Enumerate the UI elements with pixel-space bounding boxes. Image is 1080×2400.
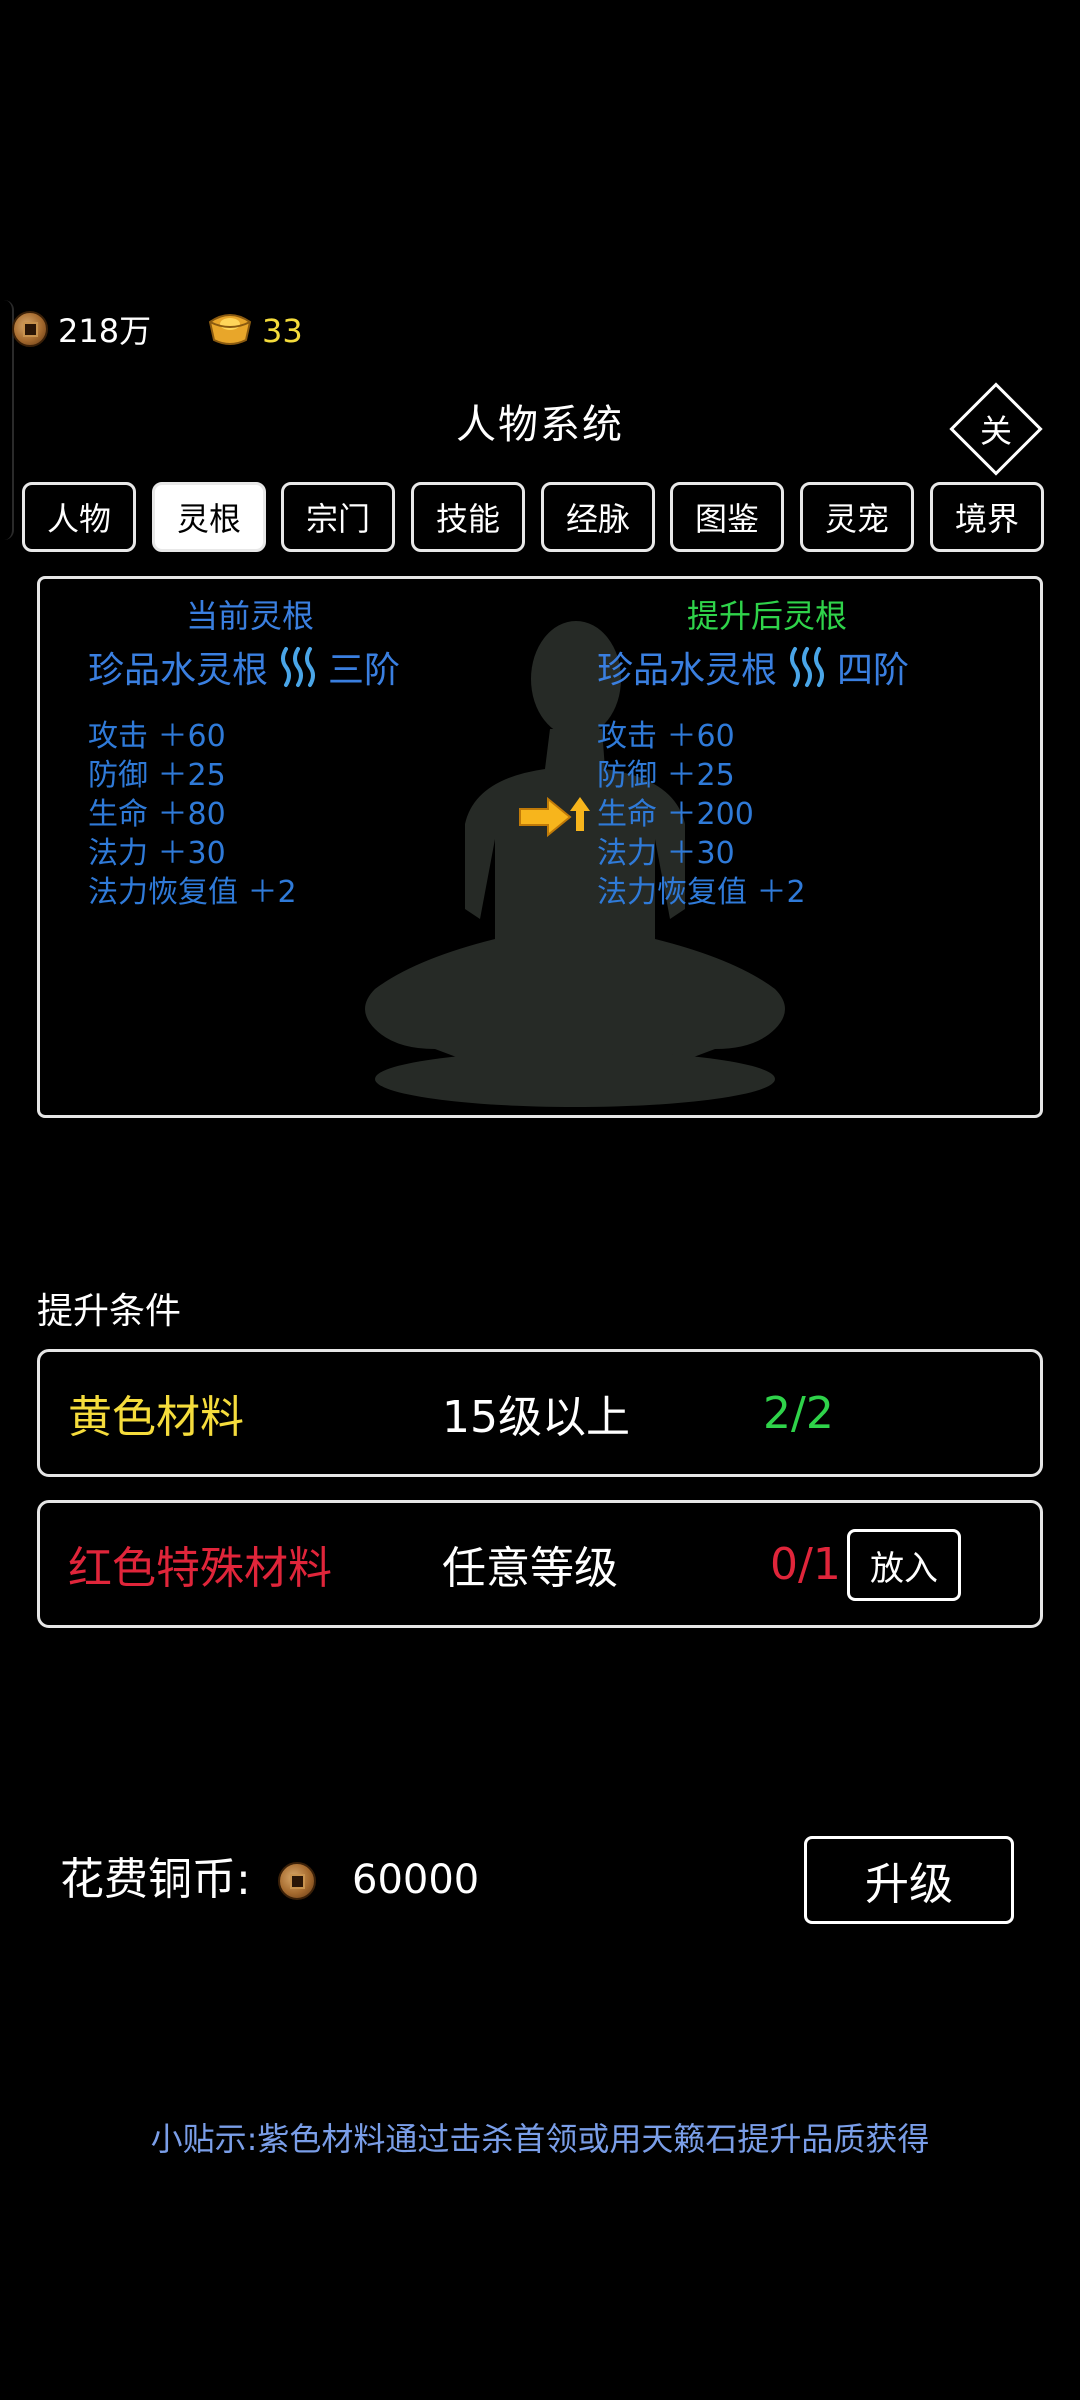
tab-meridians[interactable]: 经脉	[541, 482, 655, 552]
tab-label: 宗门	[305, 500, 370, 538]
material-requirement: 任意等级	[442, 1543, 618, 1594]
copper-amount: 218万	[58, 312, 152, 350]
tab-label: 灵宠	[824, 500, 889, 538]
current-root-stats: 攻击 ＋60 防御 ＋25 生命 ＋80 法力 ＋30 法力恢复值 ＋2	[88, 717, 297, 912]
upgraded-root-tier: 四阶	[837, 650, 910, 691]
spirit-root-panel: 当前灵根 珍品水灵根 三阶 攻击 ＋60 防御 ＋25 生命 ＋80 法力 ＋3…	[37, 576, 1043, 1118]
material-progress: 0/1	[770, 1538, 841, 1590]
arrow-up-icon	[570, 797, 590, 831]
copper-coin-icon	[12, 311, 48, 347]
tip-text: 小贴示:紫色材料通过击杀首领或用天籁石提升品质获得	[150, 2120, 930, 2158]
tab-label: 灵根	[176, 500, 241, 538]
material-name: 黄色材料	[68, 1392, 244, 1443]
tab-spirit-root[interactable]: 灵根	[152, 482, 266, 552]
conditions-label: 提升条件	[37, 1291, 182, 1332]
material-name: 红色特殊材料	[68, 1543, 332, 1594]
tab-skills[interactable]: 技能	[411, 482, 525, 552]
tab-label: 人物	[46, 500, 111, 538]
cost-label: 花费铜币:	[60, 1854, 251, 1905]
stat-defense: 防御 ＋25	[88, 758, 226, 793]
upgrade-button[interactable]: 升级	[804, 1836, 1014, 1924]
tab-codex[interactable]: 图鉴	[670, 482, 784, 552]
stat-mana-regen: 法力恢复值 ＋2	[597, 875, 806, 910]
stat-hp: 生命 ＋200	[597, 797, 754, 832]
current-root-heading: 当前灵根	[186, 597, 315, 635]
tab-label: 境界	[954, 500, 1019, 538]
current-root-name-row: 珍品水灵根 三阶	[88, 641, 400, 693]
stat-defense: 防御 ＋25	[597, 758, 735, 793]
copper-coin-icon	[278, 1862, 316, 1900]
upgraded-root-name-row: 珍品水灵根 四阶	[597, 641, 909, 693]
stat-attack: 攻击 ＋60	[88, 719, 226, 754]
cost-amount: 60000	[352, 1857, 480, 1903]
upgraded-root-heading: 提升后灵根	[687, 597, 848, 635]
tab-sect[interactable]: 宗门	[281, 482, 395, 552]
upgraded-root-name: 珍品水灵根	[597, 650, 778, 691]
tab-character[interactable]: 人物	[22, 482, 136, 552]
tab-label: 图鉴	[694, 500, 759, 538]
stat-hp: 生命 ＋80	[88, 797, 226, 832]
material-progress: 2/2	[763, 1387, 834, 1439]
material-requirement: 15级以上	[442, 1392, 630, 1443]
tab-pets[interactable]: 灵宠	[800, 482, 914, 552]
page-title: 人物系统	[456, 402, 624, 448]
condition-row-yellow: 黄色材料 15级以上 2/2	[37, 1349, 1043, 1477]
gold-amount: 33	[262, 312, 303, 350]
condition-row-red: 红色特殊材料 任意等级 0/1 放入	[37, 1500, 1043, 1628]
put-in-button[interactable]: 放入	[847, 1529, 961, 1601]
arrow-right-icon	[519, 797, 572, 837]
tab-label: 技能	[435, 500, 500, 538]
water-element-icon	[790, 647, 825, 687]
current-root-tier: 三阶	[328, 650, 401, 691]
current-root-name: 珍品水灵根	[88, 650, 269, 691]
gold-ingot-icon	[208, 314, 252, 345]
stat-mana-regen: 法力恢复值 ＋2	[88, 875, 297, 910]
stat-attack: 攻击 ＋60	[597, 719, 735, 754]
upgraded-root-stats: 攻击 ＋60 防御 ＋25 生命 ＋200 法力 ＋30 法力恢复值 ＋2	[597, 717, 806, 912]
stat-mana: 法力 ＋30	[88, 836, 226, 871]
tab-label: 经脉	[565, 500, 630, 538]
close-label: 关	[979, 411, 1013, 450]
water-element-icon	[281, 647, 316, 687]
stat-mana: 法力 ＋30	[597, 836, 735, 871]
tab-realm[interactable]: 境界	[930, 482, 1044, 552]
